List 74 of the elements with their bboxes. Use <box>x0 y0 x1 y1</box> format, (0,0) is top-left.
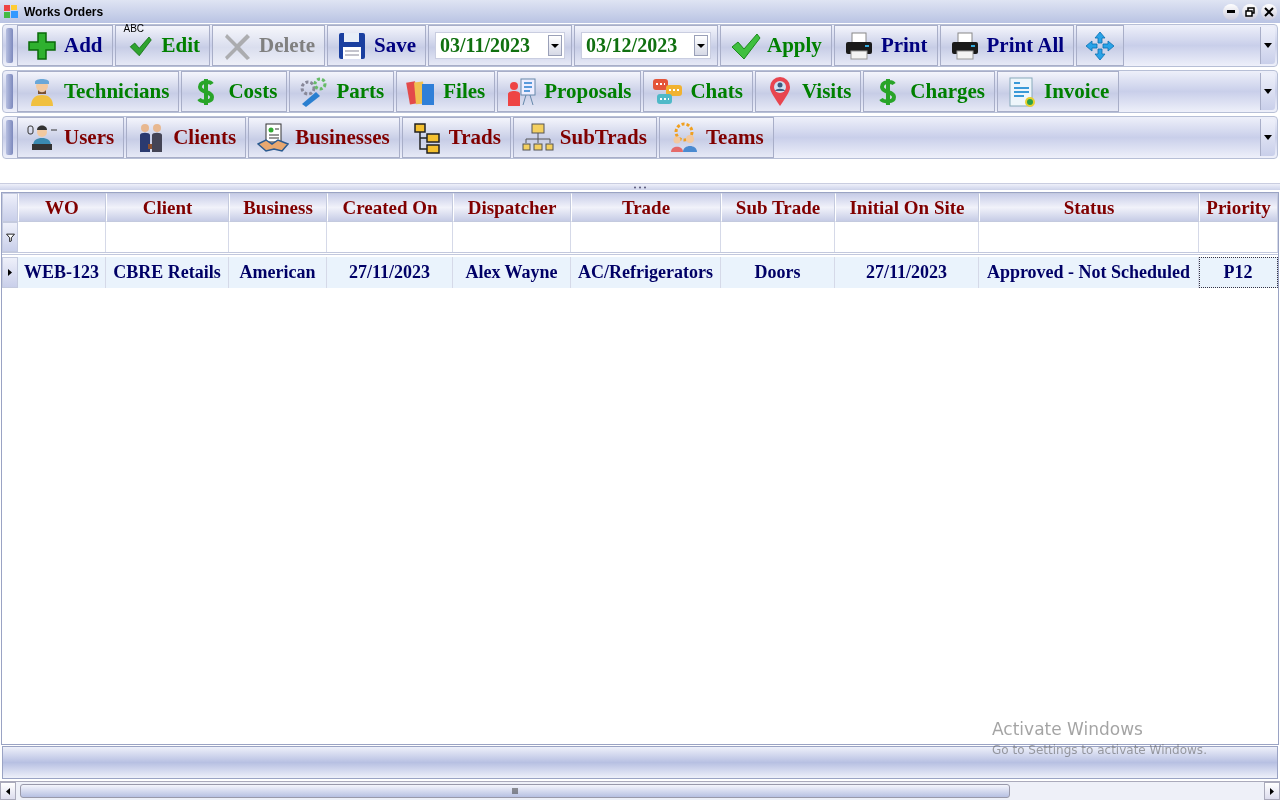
toolbar-button[interactable]: Save <box>327 25 426 66</box>
caret-icon <box>1264 89 1272 94</box>
table-cell: WEB-123 <box>18 257 106 288</box>
table-cell: Approved - Not Scheduled <box>979 257 1199 288</box>
column-header[interactable]: Sub Trade <box>721 193 835 222</box>
team-icon <box>668 121 700 154</box>
overflow-button[interactable] <box>1260 73 1275 110</box>
folder-tree-icon <box>521 121 554 154</box>
toolbar-grip[interactable] <box>6 120 13 155</box>
row-header[interactable] <box>2 257 18 288</box>
toolbar-button[interactable]: Teams <box>659 117 774 158</box>
caret-icon <box>1264 43 1272 48</box>
date-field[interactable]: 03/12/2023 <box>581 32 711 59</box>
column-header[interactable]: Business <box>229 193 327 222</box>
column-header[interactable]: Priority <box>1199 193 1278 222</box>
column-header[interactable]: WO <box>18 193 106 222</box>
dropdown-button[interactable] <box>548 35 562 56</box>
scroll-thumb[interactable] <box>20 784 1010 798</box>
activation-notice-text: Go to Settings to activate Windows. <box>992 743 1207 757</box>
grip-dots-icon <box>633 185 647 189</box>
toolbar-grip[interactable] <box>6 74 13 109</box>
close-button[interactable] <box>1261 3 1277 20</box>
restore-button[interactable] <box>1242 3 1258 20</box>
presenter-icon <box>506 75 539 108</box>
table-cell: AC/Refrigerators <box>571 257 721 288</box>
minimize-icon <box>1227 10 1235 13</box>
toolbar-button[interactable]: SubTrads <box>512 117 657 158</box>
toolbar-button[interactable]: Trads <box>401 117 511 158</box>
column-header[interactable]: Status <box>979 193 1199 222</box>
toolbar-button[interactable]: Add <box>17 25 113 66</box>
caret-icon <box>697 42 705 49</box>
toolbar-button[interactable]: ABC Edit <box>114 25 211 66</box>
icon-caption: ABC <box>123 23 145 34</box>
plus-icon <box>26 29 58 62</box>
window-title: Works Orders <box>24 4 105 19</box>
column-header[interactable]: Initial On Site <box>835 193 979 222</box>
column-header[interactable]: Client <box>106 193 229 222</box>
toolbar-button[interactable]: Print All <box>939 25 1075 66</box>
scroll-left-button[interactable] <box>0 782 16 800</box>
toolbar-button[interactable]: Print <box>833 25 938 66</box>
toolbar-grip[interactable] <box>6 28 13 63</box>
app-icon <box>3 3 19 20</box>
current-row-icon <box>8 269 12 276</box>
dropdown-button[interactable] <box>694 35 708 56</box>
right-arrow-icon <box>1270 787 1274 795</box>
left-arrow-icon <box>6 787 10 795</box>
table-cell: Doors <box>721 257 835 288</box>
table-cell: 27/11/2023 <box>327 257 453 288</box>
filter-icon <box>5 232 15 242</box>
table-cell: Alex Wayne <box>453 257 571 288</box>
date-field[interactable]: 03/11/2023 <box>435 32 565 59</box>
table-cell: CBRE Retails <box>106 257 229 288</box>
toolbar-button[interactable]: Businesses <box>248 117 400 158</box>
expand-button[interactable] <box>1076 25 1125 66</box>
table-cell: American <box>229 257 327 288</box>
caret-icon <box>551 42 559 49</box>
column-header[interactable]: Created On <box>327 193 453 222</box>
toolbar-button[interactable]: Users <box>17 117 125 158</box>
column-header[interactable]: Dispatcher <box>453 193 571 222</box>
overflow-button[interactable] <box>1260 27 1275 64</box>
toolbar-button[interactable]: Clients <box>126 117 247 158</box>
column-header[interactable]: Trade <box>571 193 721 222</box>
caret-icon <box>1264 135 1272 140</box>
horizontal-scrollbar[interactable] <box>0 781 1280 800</box>
table-cell: P12 <box>1199 257 1278 288</box>
grip-lines-icon <box>512 788 518 794</box>
invoice-icon <box>1006 75 1038 108</box>
overflow-button[interactable] <box>1260 119 1275 156</box>
table-cell: 27/11/2023 <box>835 257 979 288</box>
activation-notice-title: Activate Windows <box>992 719 1144 739</box>
handshake-icon <box>257 121 290 154</box>
four-arrows-icon <box>1084 29 1117 62</box>
scroll-right-button[interactable] <box>1264 782 1280 800</box>
minimize-button[interactable] <box>1223 3 1239 20</box>
